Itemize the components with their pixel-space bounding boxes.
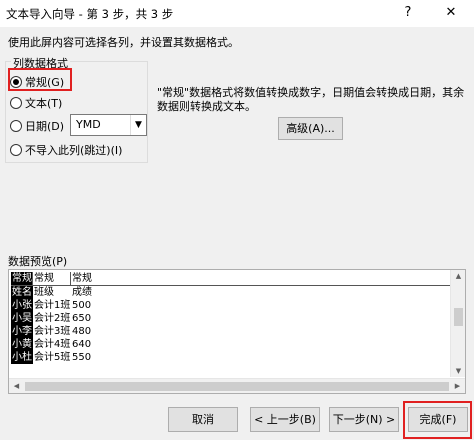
close-button[interactable]: ✕ [440,4,462,22]
preview-cell: 成绩 [72,287,92,298]
advanced-button[interactable]: 高级(A)... [278,117,343,140]
preview-row: 小李 会计3班 480 [11,325,451,338]
preview-cell: 会计2班 [34,313,71,324]
preview-header-cell[interactable]: 常规 [11,272,33,285]
back-button[interactable]: < 上一步(B) [250,407,320,432]
preview-cell: 小李 [11,325,33,338]
preview-cell: 480 [72,326,92,337]
radio-skip[interactable]: 不导入此列(跳过)(I) [10,142,122,158]
scroll-left-icon[interactable]: ◀ [9,379,24,393]
general-highlight-box [8,68,72,91]
window-title: 文本导入向导 - 第 3 步，共 3 步 [6,7,174,21]
radio-date[interactable]: 日期(D) [10,118,64,134]
preview-row: 小黄 会计4班 640 [11,338,451,351]
instruction-text: 使用此屏内容可选择各列，并设置其数据格式。 [8,36,239,49]
preview-header-cell[interactable]: 常规 [33,272,71,285]
preview-row: 姓名 班级 成绩 [11,286,451,299]
preview-cell: 会计1班 [34,300,71,311]
preview-row: 小杜 会计5班 550 [11,351,451,364]
preview-cell: 小吴 [11,312,33,325]
preview-cell: 小黄 [11,338,33,351]
preview-grid: 常规 常规 常规 姓名 班级 成绩 小张 会计1班 500 小吴 会计2班 65… [11,272,451,376]
radio-skip-circle[interactable] [10,144,22,156]
date-format-select[interactable]: YMD ▼ [70,114,147,136]
column-format-group: 列数据格式 常规(G) 文本(T) 日期(D) YMD ▼ 不导入此列(跳过)(… [5,55,148,163]
preview-cell: 姓名 [11,286,33,299]
preview-header-row: 常规 常规 常规 [11,272,451,286]
radio-date-circle[interactable] [10,120,22,132]
preview-cell: 会计5班 [34,352,71,363]
format-description: "常规"数据格式将数值转换成数字，日期值会转换成日期，其余数据则转换成文本。 [157,86,465,113]
preview-cell: 会计4班 [34,339,71,350]
preview-cell: 班级 [34,287,54,298]
preview-cell: 650 [72,313,92,324]
preview-cell: 500 [72,300,92,311]
title-bar: 文本导入向导 - 第 3 步，共 3 步 ? ✕ [0,0,474,27]
preview-cell: 550 [72,352,92,363]
radio-text[interactable]: 文本(T) [10,95,62,111]
scroll-right-icon[interactable]: ▶ [450,379,465,393]
preview-cell: 640 [72,339,92,350]
preview-row: 小吴 会计2班 650 [11,312,451,325]
horizontal-scrollbar[interactable]: ◀ ▶ [9,378,465,393]
date-format-value: YMD [76,118,101,131]
data-preview[interactable]: 常规 常规 常规 姓名 班级 成绩 小张 会计1班 500 小吴 会计2班 65… [8,269,466,394]
radio-skip-label: 不导入此列(跳过)(I) [25,144,123,157]
scroll-up-icon[interactable]: ▲ [451,270,465,282]
help-button[interactable]: ? [398,4,418,22]
scroll-down-icon[interactable]: ▼ [451,365,465,377]
vertical-scrollbar[interactable]: ▲ ▼ [450,270,465,377]
cancel-button[interactable]: 取消 [168,407,238,432]
preview-header-cell[interactable]: 常规 [71,272,451,285]
chevron-down-icon[interactable]: ▼ [130,115,146,135]
preview-cell: 小张 [11,299,33,312]
preview-row: 小张 会计1班 500 [11,299,451,312]
radio-text-label: 文本(T) [25,97,63,110]
next-button[interactable]: 下一步(N) > [329,407,399,432]
preview-cell: 会计3班 [34,326,71,337]
finish-highlight-box [403,401,472,439]
preview-label: 数据预览(P) [8,255,68,268]
radio-text-circle[interactable] [10,97,22,109]
preview-cell: 小杜 [11,351,33,364]
radio-date-label: 日期(D) [25,120,65,133]
horizontal-scroll-thumb[interactable] [25,382,449,391]
vertical-scroll-thumb[interactable] [454,308,463,326]
